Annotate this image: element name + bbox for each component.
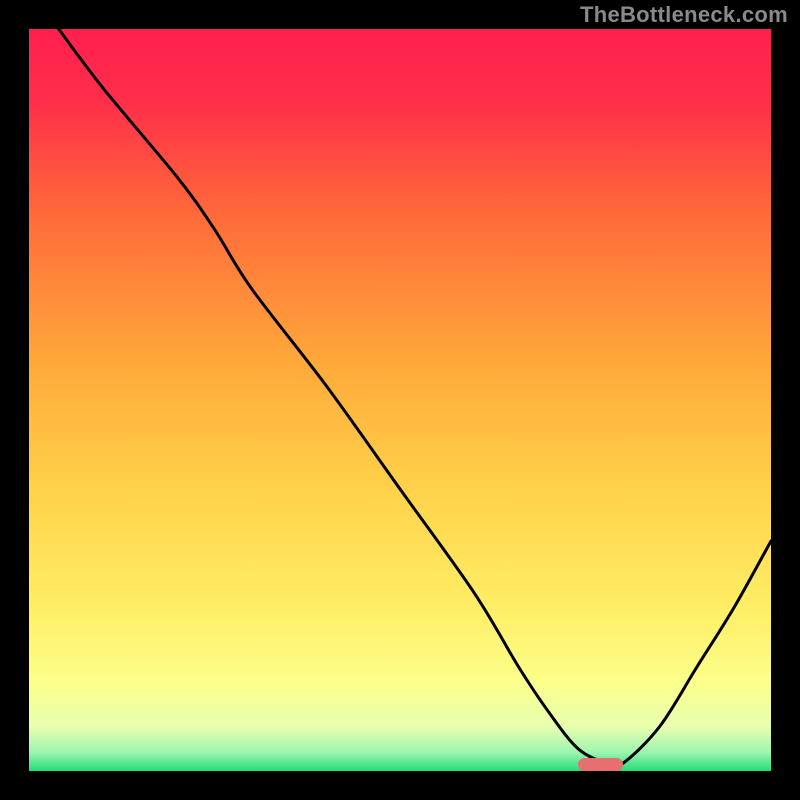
plot-area (29, 29, 771, 771)
optimum-marker (578, 758, 623, 771)
watermark-text: TheBottleneck.com (580, 2, 788, 28)
bottleneck-curve (29, 29, 771, 771)
chart-container: TheBottleneck.com (0, 0, 800, 800)
